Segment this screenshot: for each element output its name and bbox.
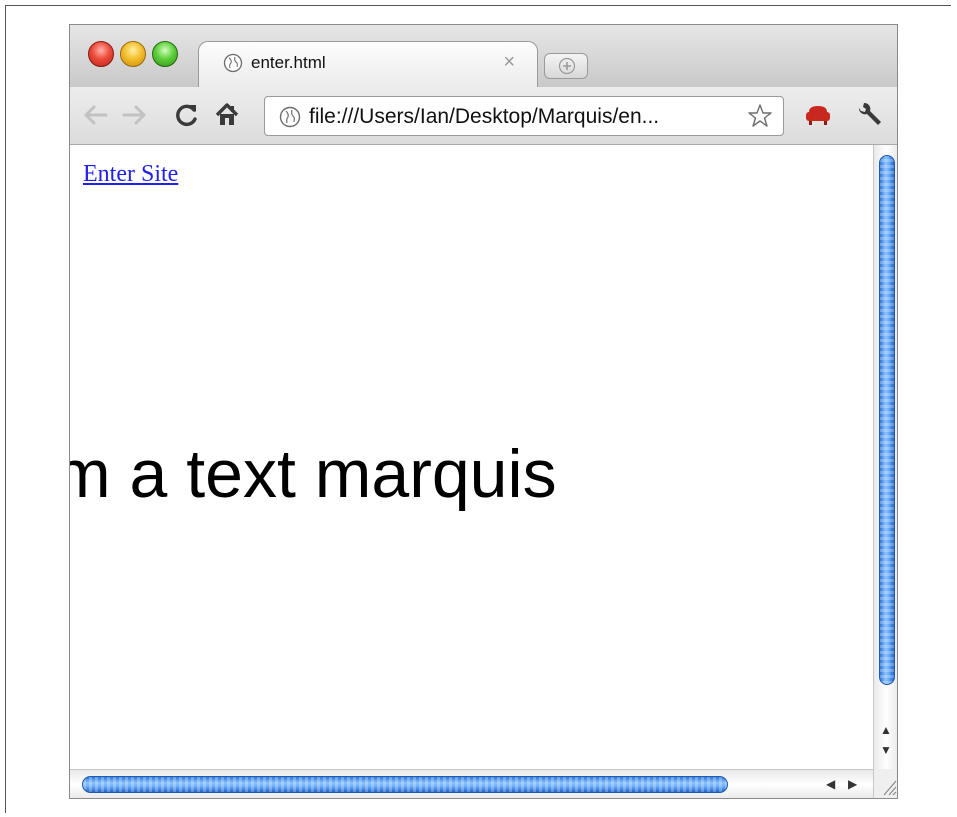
marquee-text: m a text marquis bbox=[70, 436, 557, 512]
url-text[interactable]: file:///Users/Ian/Desktop/Marquis/en... bbox=[309, 105, 659, 129]
horizontal-scrollbar[interactable]: ◀ ▶ bbox=[70, 769, 873, 798]
address-bar[interactable]: file:///Users/Ian/Desktop/Marquis/en... bbox=[264, 96, 784, 136]
resize-grip-icon bbox=[883, 780, 897, 796]
enter-site-link[interactable]: Enter Site bbox=[83, 161, 178, 188]
browser-window: enter.html × file:///Users/Ian/Desktop/M… bbox=[69, 24, 898, 799]
vertical-scrollbar[interactable]: ▲ ▼ bbox=[873, 145, 897, 769]
back-button[interactable] bbox=[80, 100, 110, 130]
scroll-down-arrow-icon[interactable]: ▼ bbox=[880, 743, 892, 757]
horizontal-scroll-thumb[interactable] bbox=[82, 776, 728, 793]
close-icon[interactable]: × bbox=[503, 51, 515, 74]
home-icon bbox=[215, 103, 239, 125]
plus-icon bbox=[558, 57, 576, 75]
wrench-icon[interactable] bbox=[854, 101, 884, 131]
tab-title: enter.html bbox=[251, 53, 326, 72]
scroll-left-arrow-icon[interactable]: ◀ bbox=[826, 777, 835, 791]
tab-enter-html[interactable]: enter.html × bbox=[198, 41, 538, 87]
vertical-scroll-thumb[interactable] bbox=[879, 155, 895, 685]
sofa-extension-icon[interactable] bbox=[804, 101, 832, 129]
globe-icon bbox=[279, 106, 301, 128]
forward-button[interactable] bbox=[120, 100, 150, 130]
close-window-button[interactable] bbox=[88, 41, 114, 67]
reload-button[interactable] bbox=[172, 100, 202, 130]
tab-strip: enter.html × bbox=[70, 25, 897, 87]
back-arrow-icon bbox=[84, 105, 108, 125]
toolbar: file:///Users/Ian/Desktop/Marquis/en... bbox=[70, 87, 897, 145]
page-content: Enter Site m a text marquis bbox=[70, 145, 873, 769]
scroll-up-arrow-icon[interactable]: ▲ bbox=[880, 723, 892, 737]
minimize-window-button[interactable] bbox=[120, 41, 146, 67]
home-button[interactable] bbox=[212, 100, 242, 130]
zoom-window-button[interactable] bbox=[152, 41, 178, 67]
reload-icon bbox=[176, 104, 197, 127]
star-icon[interactable] bbox=[747, 103, 773, 129]
scroll-right-arrow-icon[interactable]: ▶ bbox=[848, 777, 857, 791]
new-tab-button[interactable] bbox=[544, 53, 588, 79]
resize-grip[interactable] bbox=[873, 769, 897, 798]
forward-arrow-icon bbox=[122, 105, 146, 125]
globe-icon bbox=[223, 53, 243, 73]
